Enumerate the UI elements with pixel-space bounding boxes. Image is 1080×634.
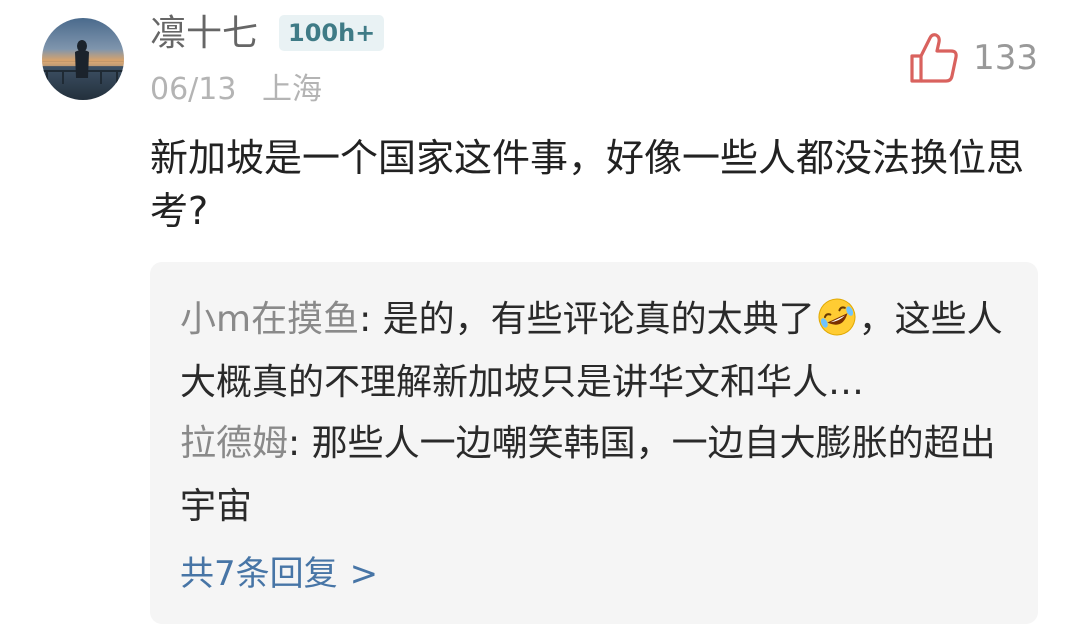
thumbs-up-icon [910, 33, 958, 83]
level-badge: 100h+ [279, 15, 385, 51]
reply-item[interactable]: 拉德姆: 那些人一边嘲笑韩国，一边自大膨胀的超出宇宙 [180, 412, 1020, 538]
reply-colon: : [359, 299, 383, 340]
comment-meta: 06/13 上海 [150, 71, 322, 109]
comment-location: 上海 [262, 72, 323, 107]
like-count: 133 [973, 38, 1038, 78]
username[interactable]: 凛十七 [150, 12, 258, 56]
reply-colon: : [288, 423, 312, 464]
avatar[interactable] [42, 18, 124, 100]
replies-panel[interactable]: 小m在摸鱼: 是的，有些评论真的太典了 ，这些人大概真的不理解新加坡只是讲华文和… [150, 262, 1038, 624]
more-replies-label: 共7条回复 [180, 554, 338, 594]
reply-author[interactable]: 拉德姆 [180, 423, 288, 464]
view-more-replies-link[interactable]: 共7条回复 > [180, 552, 378, 596]
comment-date: 06/13 [150, 72, 237, 107]
reply-author[interactable]: 小m在摸鱼 [180, 299, 359, 340]
chevron-right-icon: > [349, 554, 379, 594]
comment-text: 新加坡是一个国家这件事，好像一些人都没法换位思考? [150, 136, 1025, 233]
rolling-laughing-emoji-icon [818, 298, 856, 336]
reply-item[interactable]: 小m在摸鱼: 是的，有些评论真的太典了 ，这些人大概真的不理解新加坡只是讲华文和… [180, 288, 1020, 414]
avatar-image [42, 40, 124, 84]
like-button[interactable]: 133 [909, 30, 1038, 86]
reply-text: 是的，有些评论真的太典了 [382, 299, 815, 340]
